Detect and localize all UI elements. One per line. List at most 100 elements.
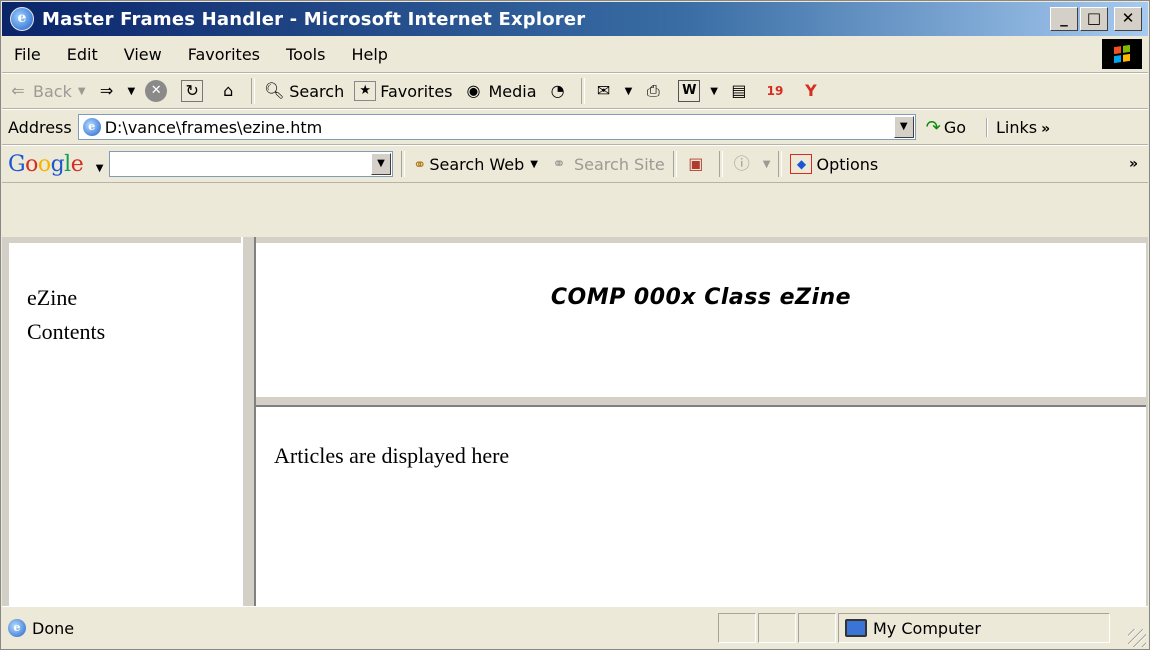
close-button[interactable]: ✕ <box>1114 7 1142 31</box>
window-title: Master Frames Handler - Microsoft Intern… <box>42 8 586 30</box>
articles-frame: Articles are displayed here <box>256 407 1146 606</box>
window-controls: _ □ ✕ <box>1050 7 1142 31</box>
chevron-down-icon: ▼ <box>127 85 136 97</box>
search-web-label: Search Web <box>429 154 525 174</box>
contents-line-contents: Contents <box>27 319 106 344</box>
refresh-icon: ↻ <box>181 80 204 102</box>
status-pane <box>798 613 836 643</box>
discuss-icon: ▤ <box>731 81 747 100</box>
search-button[interactable]: 🔍︎ Search <box>258 76 349 106</box>
home-button[interactable]: ⌂ <box>212 76 248 106</box>
menu-file[interactable]: File <box>2 45 54 64</box>
refresh-button[interactable]: ↻ <box>176 76 212 106</box>
chevron-down-icon: ▼ <box>95 162 104 174</box>
security-zone-pane: My Computer <box>838 613 1110 643</box>
maximize-button[interactable]: □ <box>1080 7 1108 31</box>
google-search-dropdown-button[interactable]: ▼ <box>370 153 391 175</box>
toolbar-separator <box>778 151 783 177</box>
popup-blocker-button[interactable]: ▣ <box>680 149 716 179</box>
favorites-label: Favorites <box>380 81 453 101</box>
address-dropdown-button[interactable]: ▼ <box>893 116 914 138</box>
address-input[interactable]: e D:\vance\frames\ezine.htm ▼ <box>77 114 916 140</box>
go-label: Go <box>943 117 966 137</box>
page-info-button[interactable]: ⓘ ▼ <box>726 149 776 179</box>
back-button[interactable]: ⇐ Back ▼ <box>2 76 91 106</box>
discuss-button[interactable]: ▤ <box>723 76 759 106</box>
status-text: Done <box>32 618 75 638</box>
status-text-pane: e Done <box>8 619 708 638</box>
search-site-label: Search Site <box>574 154 665 174</box>
ezine-title: COMP 000x Class eZine <box>550 285 852 310</box>
google-toolbar: Google ▼ ▼ ⚭ Search Web ▼ ⚭ Search Site … <box>2 145 1148 183</box>
history-button[interactable]: ◔ <box>542 76 578 106</box>
forward-button[interactable]: ⇒ ▼ <box>91 76 141 106</box>
security-zone-label: My Computer <box>873 618 981 638</box>
title-bar[interactable]: e Master Frames Handler - Microsoft Inte… <box>2 2 1148 36</box>
menu-edit[interactable]: Edit <box>54 45 111 64</box>
contents-frame-text: eZine Contents <box>27 281 105 349</box>
ie-icon: e <box>10 7 34 31</box>
chevron-down-icon: ▼ <box>710 85 718 97</box>
info-icon: ⓘ <box>733 154 750 173</box>
history-icon: ◔ <box>550 81 565 100</box>
calendar-icon: 19 <box>766 84 784 98</box>
mail-icon: ✉ <box>596 81 611 100</box>
address-label: Address <box>8 117 72 137</box>
status-pane <box>718 613 756 643</box>
menu-view[interactable]: View <box>111 45 175 64</box>
vertical-frame-splitter[interactable] <box>241 237 256 606</box>
home-icon: ⌂ <box>223 81 234 100</box>
google-logo[interactable]: Google ▼ <box>8 152 103 177</box>
title-frame: COMP 000x Class eZine <box>256 243 1146 395</box>
calendar-button[interactable]: 19 <box>759 76 795 106</box>
minimize-button[interactable]: _ <box>1050 7 1078 31</box>
yahoo-messenger-icon: Y <box>805 81 817 100</box>
chevron-down-icon: ▼ <box>77 85 86 97</box>
toolbar-separator <box>672 151 677 177</box>
page-icon: e <box>82 118 101 136</box>
back-arrow-icon: ⇐ <box>11 81 25 100</box>
contents-line-ezine: eZine <box>27 285 78 310</box>
menu-help[interactable]: Help <box>338 45 400 64</box>
search-site-button[interactable]: ⚭ Search Site <box>543 149 670 179</box>
options-button[interactable]: ◆ Options <box>785 149 883 179</box>
address-url[interactable]: D:\vance\frames\ezine.htm <box>105 118 322 137</box>
chevron-right-icon[interactable]: » <box>1129 156 1138 172</box>
search-web-button[interactable]: ⚭ Search Web ▼ <box>408 149 543 179</box>
options-icon: ◆ <box>790 154 813 174</box>
search-icon: 🔍︎ <box>264 81 285 100</box>
status-bar: e Done My Computer <box>2 606 1148 649</box>
horizontal-frame-splitter[interactable] <box>256 395 1146 407</box>
search-label: Search <box>289 81 345 101</box>
articles-placeholder-text: Articles are displayed here <box>274 443 510 468</box>
stop-icon: ✕ <box>145 80 168 102</box>
address-bar: Address e D:\vance\frames\ezine.htm ▼ ↷ … <box>2 109 1148 145</box>
popup-blocker-icon: ▣ <box>688 154 704 173</box>
toolbar-separator <box>580 78 585 104</box>
toolbar-separator <box>251 78 256 104</box>
forward-arrow-icon: ⇒ <box>99 81 114 100</box>
messenger-button[interactable]: Y <box>795 76 831 106</box>
google-search-input[interactable]: ▼ <box>108 151 393 177</box>
chevron-right-icon: » <box>1041 120 1051 137</box>
media-button[interactable]: ◉ Media <box>458 76 542 106</box>
binoculars-icon: ⚭ <box>412 154 427 174</box>
chevron-down-icon: ▼ <box>762 158 771 170</box>
resize-grip[interactable] <box>1128 629 1146 647</box>
stop-button[interactable]: ✕ <box>140 76 176 106</box>
media-label: Media <box>488 81 537 101</box>
options-label: Options <box>816 154 879 174</box>
my-computer-icon <box>845 619 867 637</box>
favorites-button[interactable]: ★ Favorites <box>349 76 457 106</box>
edit-word-button[interactable]: W ▼ <box>673 76 723 106</box>
standard-toolbar: ⇐ Back ▼ ⇒ ▼ ✕ ↻ ⌂ 🔍︎ Search ★ Favorites… <box>2 73 1148 109</box>
print-button[interactable]: ⎙ <box>637 76 673 106</box>
links-button[interactable]: Links» <box>986 117 1051 137</box>
page-status-icon: e <box>8 619 26 637</box>
mail-button[interactable]: ✉ ▼ <box>588 76 638 106</box>
go-button[interactable]: ↷ Go <box>926 117 966 138</box>
search-site-icon: ⚭ <box>552 154 566 173</box>
menu-tools[interactable]: Tools <box>273 45 338 64</box>
menu-favorites[interactable]: Favorites <box>175 45 273 64</box>
favorites-star-icon: ★ <box>354 81 377 101</box>
